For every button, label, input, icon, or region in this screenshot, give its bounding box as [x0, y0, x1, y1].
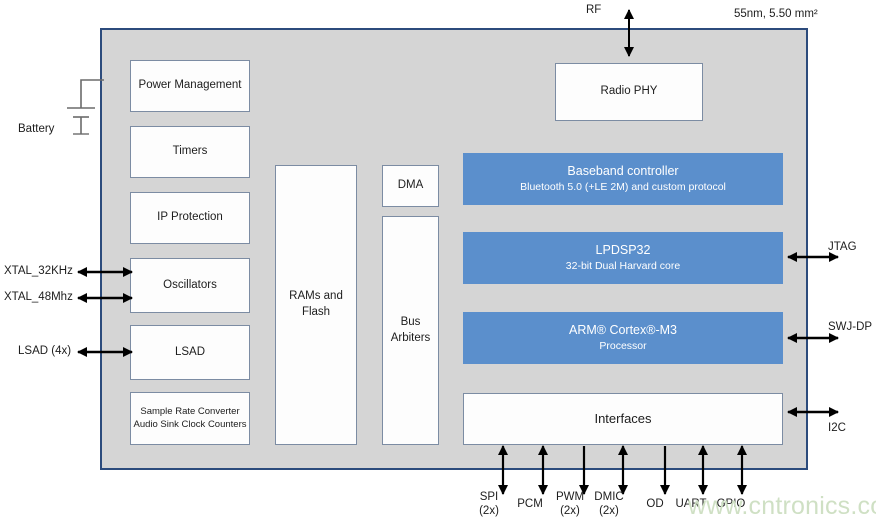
process-note: 55nm, 5.50 mm² — [734, 8, 818, 20]
pin-label-dmic-line2: (2x) — [599, 505, 619, 518]
block-oscillators-label: Oscillators — [163, 278, 217, 291]
block-lpdsp32-subtitle: 32-bit Dual Harvard core — [565, 260, 681, 273]
pin-label-od: OD — [646, 497, 663, 511]
pin-label-pwm-line2: (2x) — [560, 505, 580, 518]
block-lsad[interactable]: LSAD — [130, 325, 250, 380]
pin-label-od-line1: OD — [646, 498, 664, 510]
block-ip-protection[interactable]: IP Protection — [130, 192, 250, 244]
pin-label-jtag: JTAG — [828, 241, 857, 253]
block-ip-protection-label: IP Protection — [157, 211, 223, 224]
pin-label-pcm: PCM — [517, 497, 543, 511]
block-power-management-label: Power Management — [138, 79, 242, 92]
pin-label-battery: Battery — [18, 123, 55, 135]
block-bus-arbiters-text: Bus Arbiters — [391, 315, 431, 346]
block-baseband-controller-subtitle: Bluetooth 5.0 (+LE 2M) and custom protoc… — [520, 181, 726, 194]
pin-label-spi-line2: (2x) — [479, 505, 499, 518]
block-power-management[interactable]: Power Management — [130, 60, 250, 112]
pin-label-pcm-line1: PCM — [517, 498, 543, 510]
block-arm-cortex-m3-title: ARM® Cortex®-M3 — [568, 322, 677, 337]
block-rams-and-flash-label-line2: Flash — [301, 306, 331, 318]
block-sample-rate-converter-text: Sample Rate Converter Audio Sink Clock C… — [134, 406, 247, 432]
block-interfaces[interactable]: Interfaces — [463, 393, 783, 445]
block-arm-cortex-m3[interactable]: ARM® Cortex®-M3 Processor — [463, 312, 783, 364]
pin-label-pwm: PWM (2x) — [556, 490, 584, 519]
pin-label-spi: SPI (2x) — [479, 490, 499, 519]
block-lpdsp32-title: LPDSP32 — [595, 242, 651, 257]
block-sample-rate-converter[interactable]: Sample Rate Converter Audio Sink Clock C… — [130, 392, 250, 445]
block-oscillators[interactable]: Oscillators — [130, 258, 250, 313]
block-interfaces-label: Interfaces — [594, 411, 652, 427]
pin-label-xtal-32khz: XTAL_32KHz — [4, 265, 73, 277]
block-rams-and-flash-text: RAMs and Flash — [289, 289, 343, 320]
block-lsad-label: LSAD — [174, 345, 206, 358]
block-radio-phy-label: Radio PHY — [600, 85, 658, 98]
pin-label-dmic-line1: DMIC — [594, 491, 624, 503]
pin-label-pwm-line1: PWM — [555, 491, 585, 503]
diagram-canvas: 55nm, 5.50 mm² Power Management Timers I… — [0, 0, 876, 524]
block-arm-cortex-m3-subtitle: Processor — [599, 340, 647, 353]
block-bus-arbiters[interactable]: Bus Arbiters — [382, 216, 439, 445]
pin-label-rf: RF — [586, 4, 602, 16]
block-baseband-controller[interactable]: Baseband controller Bluetooth 5.0 (+LE 2… — [463, 153, 783, 205]
block-sample-rate-converter-label-line2: Audio Sink Clock Counters — [133, 418, 247, 430]
block-bus-arbiters-label-line1: Bus — [400, 315, 421, 328]
block-dma[interactable]: DMA — [382, 165, 439, 207]
pin-label-lsad: LSAD (4x) — [18, 345, 72, 357]
block-bus-arbiters-label-line2: Arbiters — [390, 331, 431, 344]
pin-label-i2c: I2C — [828, 422, 846, 434]
pin-label-xtal-48mhz: XTAL_48Mhz — [4, 291, 73, 303]
block-rams-and-flash[interactable]: RAMs and Flash — [275, 165, 357, 445]
pin-label-swj-dp: SWJ-DP — [828, 321, 873, 333]
site-watermark: www.cntronics.com — [688, 492, 876, 520]
block-timers-label: Timers — [172, 145, 208, 158]
block-timers[interactable]: Timers — [130, 126, 250, 178]
block-baseband-controller-title: Baseband controller — [567, 163, 679, 178]
pin-label-spi-line1: SPI — [479, 491, 499, 503]
block-dma-label: DMA — [397, 179, 424, 192]
pin-label-dmic: DMIC (2x) — [594, 490, 623, 519]
battery-symbol — [58, 74, 104, 140]
block-lpdsp32[interactable]: LPDSP32 32-bit Dual Harvard core — [463, 232, 783, 284]
block-sample-rate-converter-label-line1: Sample Rate Converter — [140, 405, 240, 417]
block-radio-phy[interactable]: Radio PHY — [555, 63, 703, 121]
block-rams-and-flash-label-line1: RAMs and — [289, 290, 343, 303]
